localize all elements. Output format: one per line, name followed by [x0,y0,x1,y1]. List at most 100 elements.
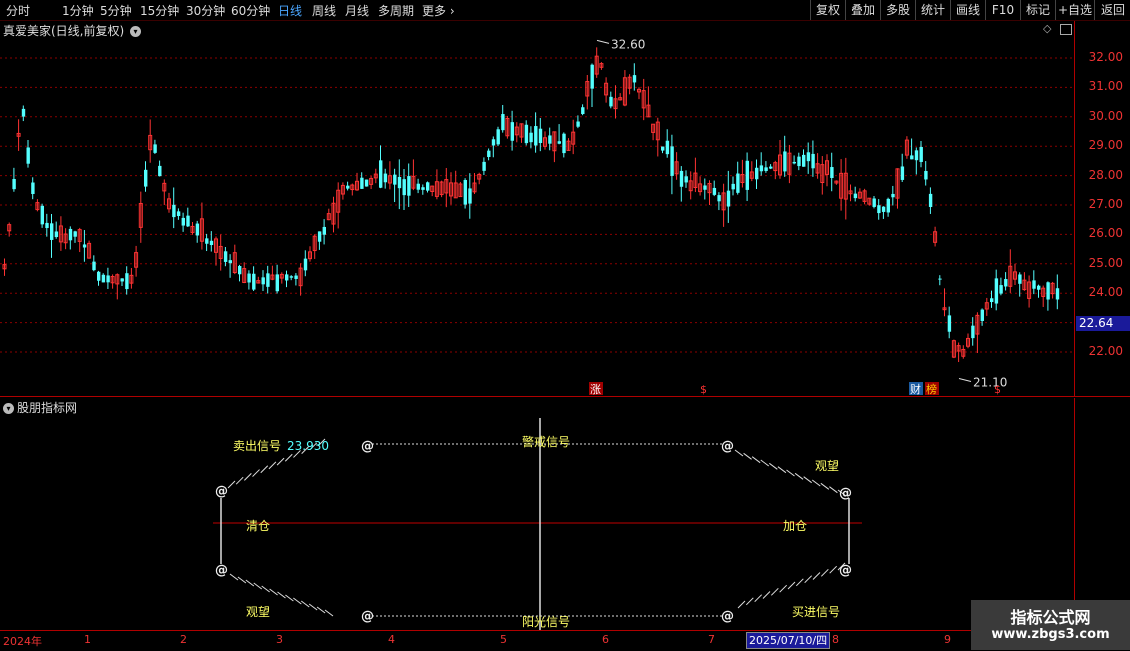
high-marker-line [596,39,610,44]
candle-body [919,146,923,162]
candle-body [1032,280,1036,289]
sunshine-signal-label: 阳光信号 [522,615,570,629]
price-axis: 32.00 31.00 30.00 29.00 28.00 27.00 26.00 25.00… [1074,21,1130,397]
date-month-label: 8 [832,633,839,646]
hatch-stroke [252,469,260,477]
candle-body [632,75,637,83]
candle-body [106,275,110,283]
candle-body [811,153,815,169]
candle-body [830,167,834,179]
candle-body [40,205,44,225]
period-tab-15min[interactable]: 15分钟 [140,2,179,19]
candle-body [421,187,425,190]
watermark-box: 指标公式网 www.zbgs3.com [971,600,1130,650]
watermark-title: 指标公式网 [1010,608,1091,627]
candle-body [731,183,735,190]
hatch-stroke [743,452,752,460]
at-marker: @ [215,563,228,578]
event-marker: 财 [910,382,921,396]
date-month-label: 2 [180,633,187,646]
candle-body [195,223,200,236]
candle-body [557,141,561,144]
period-tab-daily[interactable]: 日线 [278,2,302,19]
candle-body [45,222,49,229]
candle-body [990,298,994,303]
candle-body [726,190,731,207]
period-tab-more[interactable]: 更多 › [422,2,455,19]
price-axis-label: 27.00 [1088,197,1123,211]
hatch-stroke [235,476,244,485]
candle-body [971,325,975,339]
candle-body [407,176,411,196]
candle-body [881,206,886,212]
event-marker: $ [700,383,707,396]
price-markers: 32.60 21.10 涨 $ 财榜 $ [589,37,1007,396]
period-toolbar: 分时 1分钟 5分钟 15分钟 30分钟 60分钟 日线 周线 月线 多周期 更… [0,0,1130,21]
candle-body [393,174,397,185]
hatch-stroke [812,572,821,580]
overlay-button[interactable]: 叠加 [845,0,880,20]
hatch-stroke [737,600,746,609]
f10-button[interactable]: F10 [985,0,1020,20]
candle-body [21,108,26,117]
candle-body [364,179,369,187]
candle-body [92,261,96,271]
candle-body [1046,282,1050,300]
hatch-stroke [269,588,278,596]
watermark-url: www.zbgs3.com [991,627,1110,642]
candle-body [172,204,176,218]
date-month-label: 5 [500,633,507,646]
stats-button[interactable]: 统计 [915,0,950,20]
hatch-stroke [751,456,761,464]
period-tab-monthly[interactable]: 月线 [345,2,369,19]
date-year-label: 2024年 [3,635,42,648]
candle-body [792,161,796,164]
period-tab-60min[interactable]: 60分钟 [231,2,270,19]
period-tab-multi[interactable]: 多周期 [378,2,414,19]
hatch-stroke [237,576,247,584]
hatch-stroke [779,584,788,593]
event-marker: 涨 [590,383,601,396]
fuquan-button[interactable]: 复权 [810,0,845,20]
candle-body [877,205,881,214]
candle-body [886,198,890,213]
hatch-stroke [308,603,318,611]
multi-stock-button[interactable]: 多股 [880,0,915,20]
candle-body [900,166,905,180]
candle-body [999,285,1003,294]
candle-body [703,185,707,190]
cursor-date-badge: 2025/07/10/四 [746,632,831,649]
hatch-stroke [820,482,830,490]
add-position-label: 加仓 [783,519,807,533]
candle-body [266,273,270,287]
hatch-stroke [762,591,771,599]
panel-separator [0,396,1130,397]
candle-body [524,124,529,144]
period-tab-5min[interactable]: 5分钟 [100,2,132,19]
indicator-axis [1074,398,1130,630]
draw-line-button[interactable]: 画线 [950,0,985,20]
hatch-stroke [769,462,778,470]
candle-body [928,193,933,207]
candle-body [538,128,543,144]
more-label: 更多 [422,4,447,18]
candle-body [120,278,124,282]
price-axis-label: 28.00 [1088,167,1123,182]
candle-body [510,122,514,141]
candle-body [303,258,308,271]
candle-body [661,146,665,151]
hatch-stroke [229,573,239,581]
back-button[interactable]: 返回 [1094,0,1130,20]
candle-body [397,176,402,189]
candle-body [12,178,16,190]
add-watchlist-button[interactable]: +自选 [1055,0,1094,20]
period-tab-30min[interactable]: 30分钟 [186,2,225,19]
hatch-stroke [760,459,770,467]
period-tab-fenshi[interactable]: 分时 [6,2,30,19]
mark-button[interactable]: 标记 [1020,0,1055,20]
indicator-panel: @ @ @ @ @ @ @ @ 卖出信号 23.930 警戒信号 观望 清仓 加仓 观望 阳光… [213,418,862,630]
sell-signal-label: 卖出信号 [233,439,281,453]
period-tab-weekly[interactable]: 周线 [312,2,336,19]
hatch-stroke [227,480,236,489]
period-tab-1min[interactable]: 1分钟 [62,2,94,19]
